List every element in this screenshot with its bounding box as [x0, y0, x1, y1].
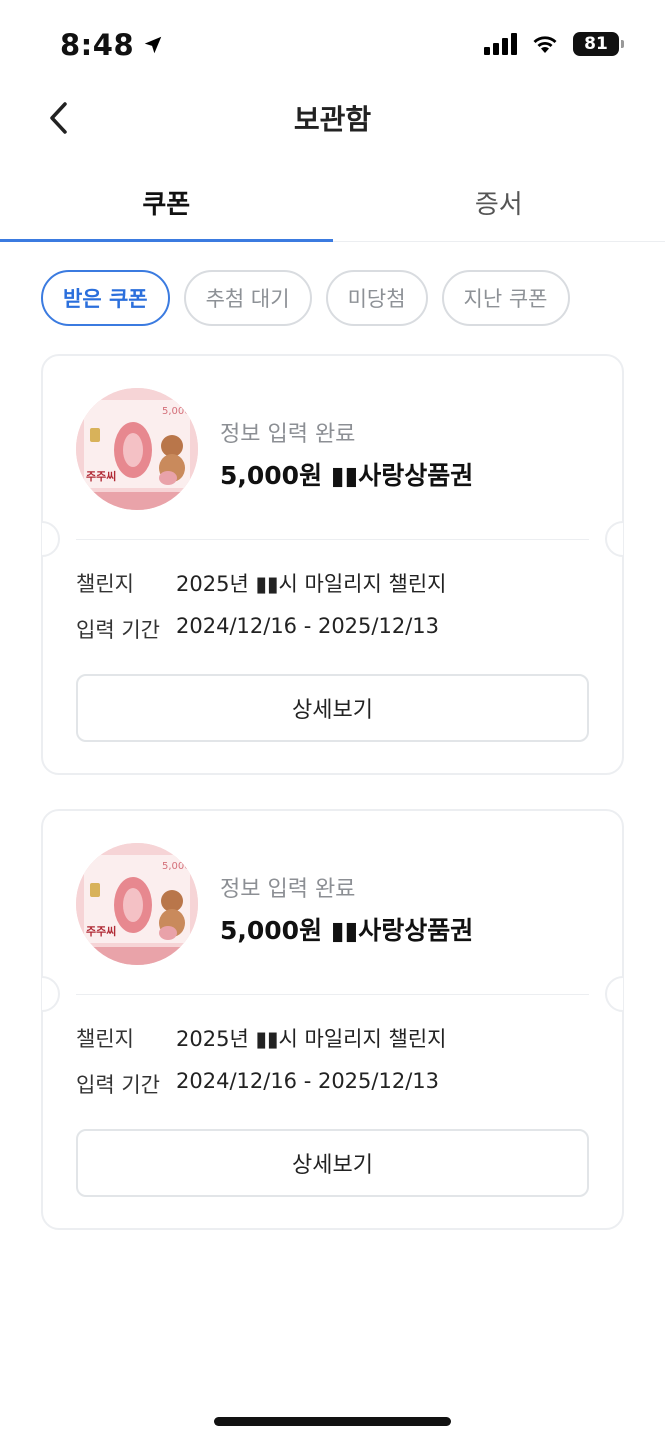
- challenge-row: 챌린지 2025년 ▮▮시 마일리지 챌린지: [76, 568, 446, 598]
- period-label: 입력 기간: [76, 1073, 160, 1097]
- home-indicator[interactable]: [214, 1417, 451, 1426]
- coupon-title: 5,000원 ▮▮사랑상품권: [220, 916, 474, 945]
- period-row: 입력 기간 2024/12/16 - 2025/12/13: [76, 614, 439, 644]
- period-value: 2024/12/16 - 2025/12/13: [176, 614, 440, 638]
- challenge-value: 2025년 ▮▮시 마일리지 챌린지: [176, 1027, 447, 1051]
- filter-chips: 받은 쿠폰 추첨 대기 미당첨 지난 쿠폰: [41, 270, 570, 326]
- challenge-row: 챌린지 2025년 ▮▮시 마일리지 챌린지: [76, 1023, 446, 1053]
- app-header: 보관함: [0, 88, 665, 148]
- challenge-label: 챌린지: [76, 572, 134, 596]
- gift-card-image-icon: 5,000 주주씨: [76, 843, 198, 965]
- tab-coupons[interactable]: 쿠폰: [0, 170, 333, 242]
- period-value: 2024/12/16 - 2025/12/13: [176, 1069, 440, 1093]
- gift-card-image-icon: 5,000 주주씨: [76, 388, 198, 510]
- coupon-thumbnail: 5,000 주주씨: [76, 843, 198, 965]
- ticket-notch-left: [42, 976, 60, 1012]
- coupon-thumbnail: 5,000 주주씨: [76, 388, 198, 510]
- coupon-card: 5,000 주주씨 정보 입력 완료 5,000원 ▮▮사랑상품권 챌린지 20…: [41, 354, 624, 775]
- ticket-notch-left: [42, 521, 60, 557]
- page-title: 보관함: [293, 103, 372, 136]
- filter-past-coupons[interactable]: 지난 쿠폰: [441, 270, 570, 326]
- status-time: 8:48: [60, 28, 164, 62]
- battery-icon: 81: [573, 32, 624, 56]
- svg-text:5,000: 5,000: [162, 406, 191, 417]
- tab-certificates[interactable]: 증서: [333, 170, 665, 241]
- tab-bar: 쿠폰 증서: [0, 170, 665, 242]
- challenge-label: 챌린지: [76, 1027, 134, 1051]
- view-details-button[interactable]: 상세보기: [76, 674, 589, 742]
- coupon-status: 정보 입력 완료: [220, 422, 356, 447]
- svg-text:주주씨: 주주씨: [86, 470, 116, 483]
- filter-received-coupons[interactable]: 받은 쿠폰: [41, 270, 170, 326]
- status-bar: 8:48 81: [0, 0, 665, 90]
- status-time-text: 8:48: [60, 28, 135, 62]
- svg-text:주주씨: 주주씨: [86, 925, 116, 938]
- coupon-card: 5,000 주주씨 정보 입력 완료 5,000원 ▮▮사랑상품권 챌린지 20…: [41, 809, 624, 1230]
- card-divider: [76, 539, 589, 540]
- cellular-signal-icon: [484, 33, 517, 55]
- svg-text:5,000: 5,000: [162, 861, 191, 872]
- view-details-button[interactable]: 상세보기: [76, 1129, 589, 1197]
- location-arrow-icon: [144, 36, 162, 54]
- ticket-notch-right: [605, 976, 623, 1012]
- card-divider: [76, 994, 589, 995]
- battery-level: 81: [584, 34, 608, 54]
- wifi-icon: [533, 36, 557, 53]
- challenge-value: 2025년 ▮▮시 마일리지 챌린지: [176, 572, 447, 596]
- coupon-status: 정보 입력 완료: [220, 877, 356, 902]
- filter-not-won[interactable]: 미당첨: [325, 270, 428, 326]
- coupon-title: 5,000원 ▮▮사랑상품권: [220, 461, 474, 490]
- filter-draw-pending[interactable]: 추첨 대기: [183, 270, 312, 326]
- status-indicators: 81: [484, 32, 624, 56]
- period-row: 입력 기간 2024/12/16 - 2025/12/13: [76, 1069, 439, 1099]
- period-label: 입력 기간: [76, 618, 160, 642]
- ticket-notch-right: [605, 521, 623, 557]
